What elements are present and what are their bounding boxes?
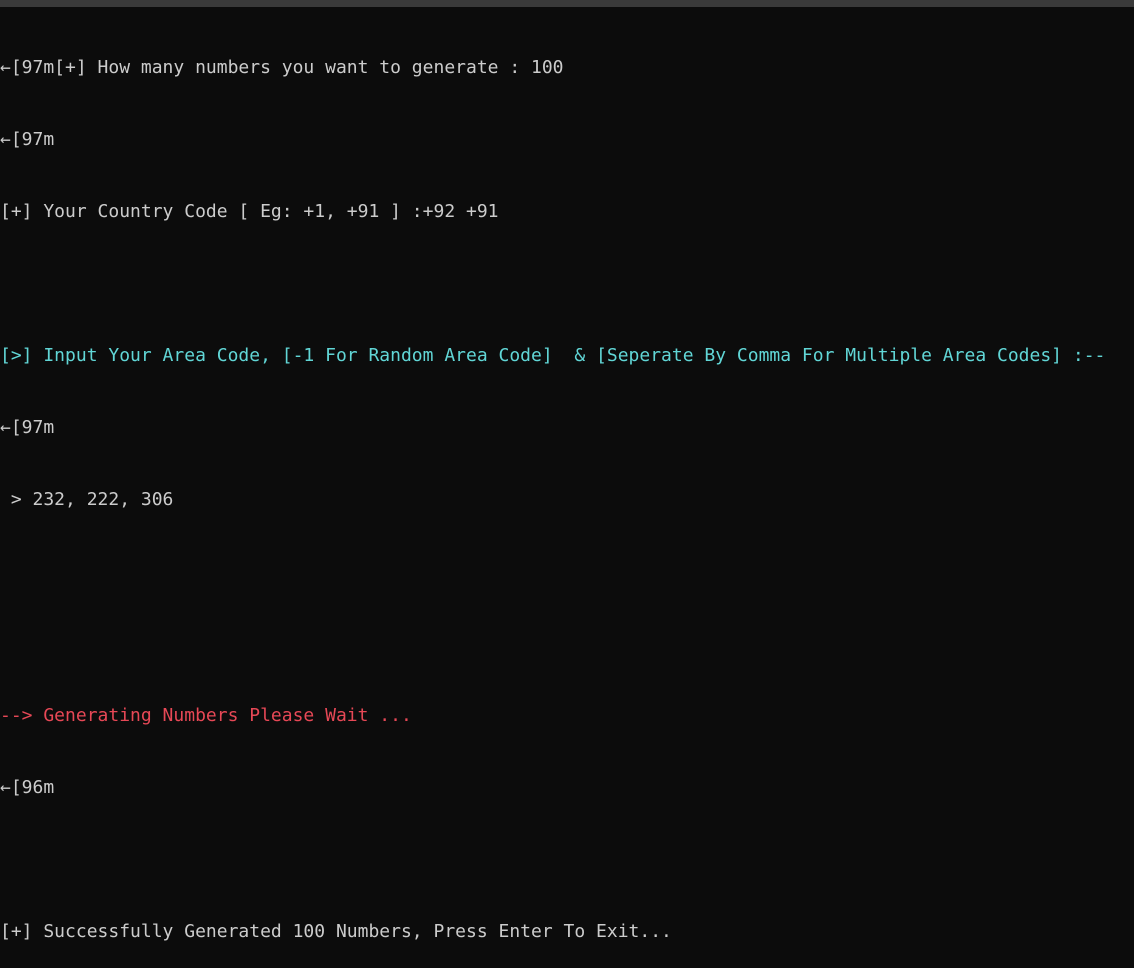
window-title-bar [0, 0, 1134, 7]
terminal-line-generating-status: --> Generating Numbers Please Wait ... [0, 705, 412, 726]
terminal-line-count-prompt: ←[97m[+] How many numbers you want to ge… [0, 57, 564, 78]
terminal-line-country-code: [+] Your Country Code [ Eg: +1, +91 ] :+… [0, 201, 499, 222]
terminal-line-escape-code: ←[97m [0, 129, 55, 150]
terminal-output[interactable]: ←[97m[+] How many numbers you want to ge… [0, 8, 1134, 942]
terminal-line-area-code-input: > 232, 222, 306 [0, 489, 174, 510]
terminal-line-area-code-prompt: [>] Input Your Area Code, [-1 For Random… [0, 345, 1106, 366]
terminal-line-escape-code: ←[96m [0, 777, 55, 798]
terminal-line-success-message: [+] Successfully Generated 100 Numbers, … [0, 921, 672, 942]
terminal-line-escape-code: ←[97m [0, 417, 55, 438]
